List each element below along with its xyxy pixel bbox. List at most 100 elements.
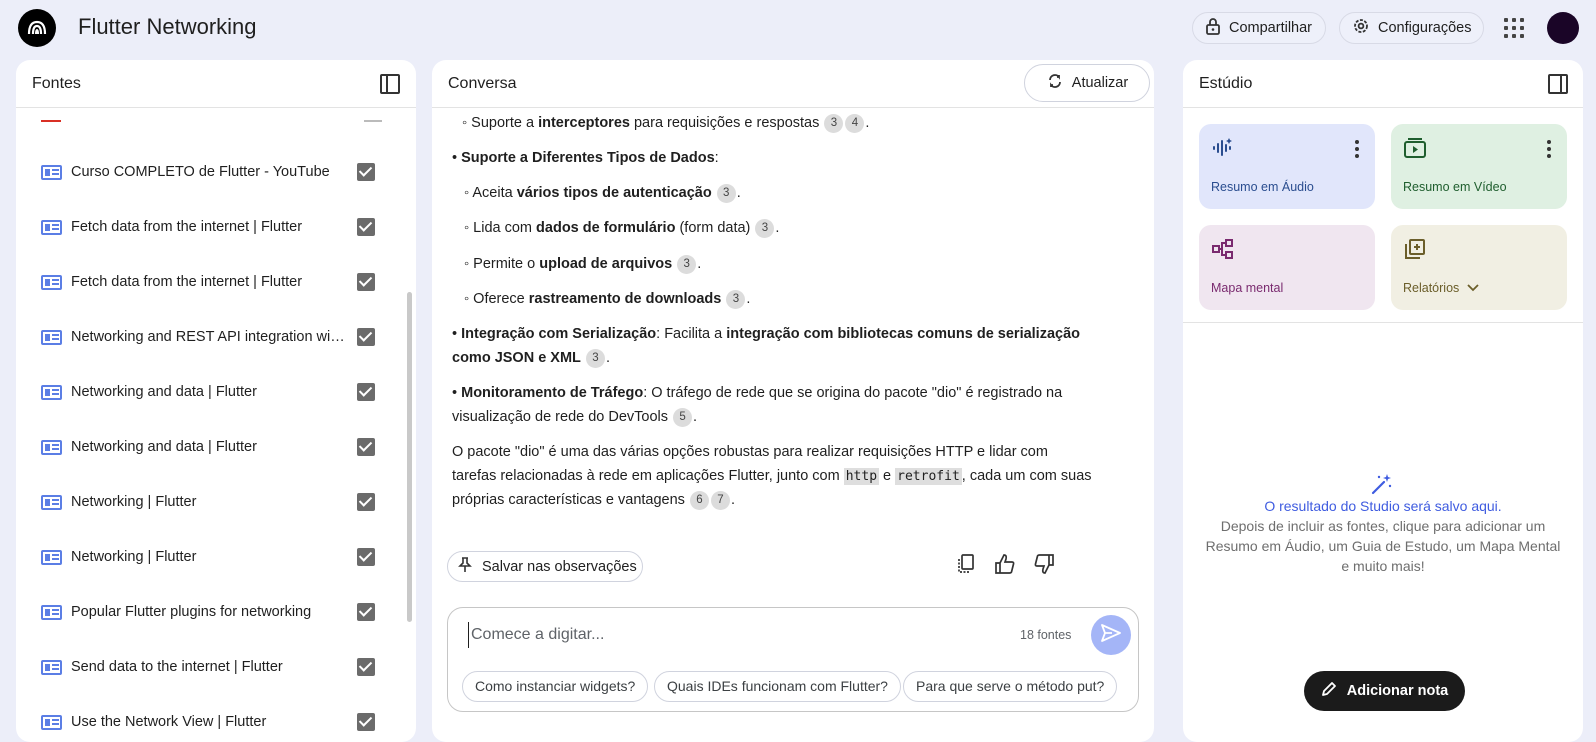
source-label: Curso COMPLETO de Flutter - YouTube bbox=[71, 164, 330, 180]
refresh-icon bbox=[1046, 72, 1064, 94]
tile-label: Mapa mental bbox=[1211, 281, 1284, 295]
citation-chip[interactable]: 3 bbox=[585, 349, 605, 368]
reports-tile[interactable]: Relatórios bbox=[1391, 225, 1567, 310]
send-button[interactable] bbox=[1091, 615, 1131, 655]
suggestion-chip[interactable]: Como instanciar widgets? bbox=[462, 671, 649, 702]
save-to-notes-button[interactable]: Salvar nas observações bbox=[447, 551, 643, 582]
divider bbox=[1183, 322, 1583, 323]
web-doc-icon bbox=[41, 439, 62, 455]
copy-icon[interactable] bbox=[953, 551, 979, 577]
source-item[interactable]: Fetch data from the internet | Flutter bbox=[16, 267, 404, 297]
mind-map-tile[interactable]: Mapa mental bbox=[1199, 225, 1375, 310]
web-doc-icon bbox=[41, 659, 62, 675]
source-checkbox[interactable] bbox=[357, 658, 375, 676]
citation-chip[interactable]: 6 bbox=[689, 491, 709, 510]
source-item[interactable]: Networking | Flutter bbox=[16, 542, 404, 572]
top-bar: Flutter Networking Compartilhar Configur… bbox=[0, 0, 1596, 56]
send-icon bbox=[1101, 623, 1121, 647]
conversation-title: Conversa bbox=[448, 75, 517, 92]
add-note-button[interactable]: Adicionar nota bbox=[1304, 671, 1465, 711]
citation-chip[interactable]: 3 bbox=[677, 255, 697, 274]
share-button[interactable]: Compartilhar bbox=[1192, 12, 1326, 44]
source-item[interactable]: Networking | Flutter bbox=[16, 487, 404, 517]
source-checkbox[interactable] bbox=[357, 603, 375, 621]
source-item[interactable]: Networking and data | Flutter bbox=[16, 377, 404, 407]
sources-title: Fontes bbox=[32, 75, 81, 92]
suggestion-chip[interactable]: Quais IDEs funcionam com Flutter? bbox=[654, 671, 901, 702]
tile-label: Resumo em Vídeo bbox=[1403, 180, 1507, 194]
response-line: ◦ Permite o upload de arquivos 3. bbox=[464, 255, 702, 274]
web-doc-icon bbox=[41, 714, 62, 730]
audio-waveform-icon bbox=[1211, 136, 1235, 160]
source-checkbox[interactable] bbox=[357, 328, 375, 346]
apps-grid-icon[interactable] bbox=[1502, 16, 1526, 40]
source-count: 18 fontes bbox=[1020, 628, 1072, 642]
web-doc-icon bbox=[41, 549, 62, 565]
source-item[interactable]: Networking and REST API integration with… bbox=[16, 322, 404, 352]
app-logo-icon[interactable] bbox=[18, 9, 56, 47]
source-checkbox[interactable] bbox=[357, 438, 375, 456]
refresh-button[interactable]: Atualizar bbox=[1024, 64, 1150, 102]
conversation-panel: Conversa Atualizar ◦ Suporte a intercept… bbox=[432, 60, 1154, 742]
studio-header: Estúdio bbox=[1183, 60, 1583, 108]
response-line: ◦ Oferece rastreamento de downloads 3. bbox=[464, 290, 751, 309]
studio-panel: Estúdio Resumo em Áudio Resumo em Vídeo … bbox=[1183, 60, 1583, 742]
citation-chip[interactable]: 3 bbox=[824, 114, 844, 133]
citation-chip[interactable]: 7 bbox=[710, 491, 730, 510]
source-checkbox-partial bbox=[364, 120, 382, 122]
response-line: ◦ Suporte a interceptores para requisiçõ… bbox=[462, 114, 870, 133]
citation-chip[interactable]: 4 bbox=[845, 114, 865, 133]
response-line: visualização de rede do DevTools 5. bbox=[452, 408, 698, 427]
pin-icon bbox=[458, 556, 472, 577]
sources-scrollbar[interactable] bbox=[407, 292, 412, 622]
thumbs-up-icon[interactable] bbox=[992, 551, 1018, 577]
response-line: tarefas relacionadas à rede em aplicaçõe… bbox=[452, 468, 1092, 485]
response-line: • Monitoramento de Tráfego: O tráfego de… bbox=[452, 385, 1063, 401]
audio-overview-tile[interactable]: Resumo em Áudio bbox=[1199, 124, 1375, 209]
magic-wand-icon bbox=[1370, 472, 1394, 501]
more-options-icon[interactable] bbox=[1355, 140, 1359, 158]
response-line: ◦ Lida com dados de formulário (form dat… bbox=[464, 219, 780, 238]
sources-header: Fontes bbox=[16, 60, 416, 108]
source-checkbox[interactable] bbox=[357, 218, 375, 236]
sources-list: Curso COMPLETO de Flutter - YouTube Fetc… bbox=[16, 108, 404, 742]
response-line: • Suporte a Diferentes Tipos de Dados: bbox=[452, 150, 719, 166]
gear-icon bbox=[1352, 17, 1370, 39]
message-input[interactable] bbox=[468, 622, 988, 648]
avatar[interactable] bbox=[1547, 12, 1579, 44]
chevron-down-icon[interactable] bbox=[1467, 281, 1479, 295]
source-item[interactable]: Fetch data from the internet | Flutter bbox=[16, 212, 404, 242]
source-checkbox[interactable] bbox=[357, 273, 375, 291]
tile-label: Relatórios bbox=[1403, 281, 1460, 295]
source-item[interactable]: Use the Network View | Flutter bbox=[16, 707, 404, 737]
source-checkbox[interactable] bbox=[357, 548, 375, 566]
source-item[interactable]: Networking and data | Flutter bbox=[16, 432, 404, 462]
collapse-panel-icon[interactable] bbox=[1548, 74, 1568, 94]
settings-button[interactable]: Configurações bbox=[1339, 12, 1484, 44]
source-item-partial bbox=[41, 120, 61, 122]
add-note-label: Adicionar nota bbox=[1346, 683, 1449, 699]
response-line: próprias características e vantagens 67. bbox=[452, 491, 735, 510]
source-checkbox[interactable] bbox=[357, 383, 375, 401]
refresh-label: Atualizar bbox=[1071, 75, 1129, 91]
web-doc-icon bbox=[41, 274, 62, 290]
citation-chip[interactable]: 3 bbox=[726, 290, 746, 309]
citation-chip[interactable]: 3 bbox=[755, 219, 775, 238]
collapse-panel-icon[interactable] bbox=[380, 74, 400, 94]
web-doc-icon bbox=[41, 494, 62, 510]
source-checkbox[interactable] bbox=[357, 493, 375, 511]
citation-chip[interactable]: 5 bbox=[673, 408, 693, 427]
source-checkbox[interactable] bbox=[357, 713, 375, 731]
thumbs-down-icon[interactable] bbox=[1031, 551, 1057, 577]
more-options-icon[interactable] bbox=[1547, 140, 1551, 158]
video-overview-tile[interactable]: Resumo em Vídeo bbox=[1391, 124, 1567, 209]
source-label: Send data to the internet | Flutter bbox=[71, 659, 283, 675]
source-checkbox[interactable] bbox=[357, 163, 375, 181]
source-item[interactable]: Curso COMPLETO de Flutter - YouTube bbox=[16, 157, 404, 187]
source-label: Networking and data | Flutter bbox=[71, 384, 257, 400]
source-label: Fetch data from the internet | Flutter bbox=[71, 219, 303, 235]
suggestion-chip[interactable]: Para que serve o método put? bbox=[903, 671, 1118, 702]
source-item[interactable]: Send data to the internet | Flutter bbox=[16, 652, 404, 682]
citation-chip[interactable]: 3 bbox=[716, 184, 736, 203]
source-item[interactable]: Popular Flutter plugins for networking bbox=[16, 597, 404, 627]
